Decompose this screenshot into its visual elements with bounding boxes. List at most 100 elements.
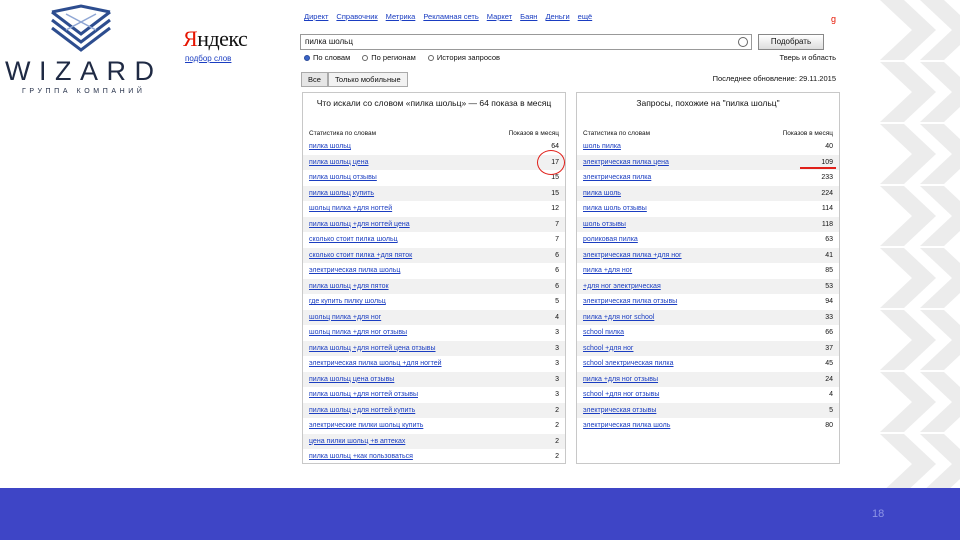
table-row: электрическая пилка отзывы 94 [583, 294, 833, 310]
phrase-link[interactable]: пилка шольц +для ногтей отзывы [309, 391, 418, 398]
phrase-link[interactable]: сколько стоит пилка шольц [309, 236, 398, 243]
last-updated: Последнее обновление: 29.11.2015 [712, 74, 836, 83]
impressions-count: 3 [555, 375, 559, 383]
phrase-link[interactable]: пилка шольц +как пользоваться [309, 453, 413, 460]
yandex-logo-first-letter: Я [183, 26, 198, 51]
phrase-link[interactable]: цена пилки шольц +в аптеках [309, 438, 405, 445]
impressions-count: 6 [555, 282, 559, 290]
nav-item[interactable]: Маркет [487, 12, 512, 21]
phrase-link[interactable]: шоль пилка [583, 143, 621, 150]
phrase-link[interactable]: шольц пилка +для ног [309, 314, 381, 321]
search-button[interactable]: Подобрать [758, 34, 824, 50]
impressions-count: 2 [555, 437, 559, 445]
table-row: пилка шольц отзывы 15 [309, 170, 559, 186]
phrase-link[interactable]: электрическая пилка шоль [583, 422, 670, 429]
yandex-service-link[interactable]: подбор слов [185, 54, 231, 63]
impressions-count: 109 [821, 158, 833, 166]
tab-all[interactable]: Все [301, 72, 328, 87]
phrase-link[interactable]: пилка шольц +для ногтей цена отзывы [309, 345, 436, 352]
phrase-link[interactable]: шоль отзывы [583, 221, 626, 228]
phrase-link[interactable]: шольц пилка +для ног отзывы [309, 329, 407, 336]
phrase-link[interactable]: роликовая пилка [583, 236, 638, 243]
phrase-link[interactable]: пилка шольц купить [309, 190, 374, 197]
phrase-link[interactable]: пилка +для ног school [583, 314, 654, 321]
clear-icon[interactable] [738, 37, 748, 47]
impressions-count: 33 [825, 313, 833, 321]
impressions-count: 4 [555, 313, 559, 321]
phrase-link[interactable]: +для ног электрическая [583, 283, 661, 290]
phrase-link[interactable]: school +для ног отзывы [583, 391, 659, 398]
search-mode: По словам По регионам История запросов [304, 53, 500, 62]
table-row: school +для ног отзывы 4 [583, 387, 833, 403]
region-label[interactable]: Тверь и область [779, 53, 836, 62]
phrase-link[interactable]: электрическая пилка цена [583, 159, 669, 166]
phrase-link[interactable]: электрическая пилка отзывы [583, 298, 677, 305]
radio-by-words[interactable]: По словам [304, 53, 350, 62]
tab-mobile[interactable]: Только мобильные [327, 72, 408, 87]
phrase-link[interactable]: пилка шольц отзывы [309, 174, 377, 181]
table-row: пилка шоль отзывы 114 [583, 201, 833, 217]
table-row: school пилка 66 [583, 325, 833, 341]
phrase-link[interactable]: пилка шольц [309, 143, 351, 150]
phrase-link[interactable]: пилка шольц +для ногтей купить [309, 407, 415, 414]
impressions-count: 7 [555, 236, 559, 244]
table-row: пилка шольц +как пользоваться 2 [309, 449, 559, 464]
table-row: где купить пилку шольц 5 [309, 294, 559, 310]
phrase-link[interactable]: электрические пилки шольц купить [309, 422, 423, 429]
phrase-link[interactable]: school +для ног [583, 345, 633, 352]
phrase-link[interactable]: электрическая пилка шольц +для ногтей [309, 360, 442, 367]
wizard-emblem-icon [51, 4, 111, 52]
nav-item[interactable]: Рекламная сеть [423, 12, 478, 21]
phrase-link[interactable]: пилка +для ног отзывы [583, 376, 658, 383]
impressions-count: 3 [555, 360, 559, 368]
impressions-count: 3 [555, 329, 559, 337]
left-column-headers: Статистика по словам Показов в месяц [303, 128, 565, 139]
brand-name: WIZARD [5, 56, 163, 86]
impressions-count: 15 [551, 189, 559, 197]
nav-more[interactable]: ещё [578, 12, 593, 21]
column-count: Показов в месяц [508, 130, 559, 137]
impressions-count: 85 [825, 267, 833, 275]
impressions-count: 7 [555, 220, 559, 228]
nav-item[interactable]: Баян [520, 12, 537, 21]
table-row: пилка шольц +для ногтей цена отзывы 3 [303, 340, 565, 356]
nav-item[interactable]: Деньги [545, 12, 569, 21]
phrase-link[interactable]: где купить пилку шольц [309, 298, 386, 305]
impressions-count: 24 [825, 375, 833, 383]
phrase-link[interactable]: school пилка [583, 329, 624, 336]
radio-by-regions[interactable]: По регионам [362, 53, 416, 62]
impressions-count: 2 [555, 453, 559, 461]
phrase-link[interactable]: пилка шольц цена [309, 159, 368, 166]
search-value: пилка шольц [305, 37, 353, 46]
phrase-link[interactable]: school электрическая пилка [583, 360, 674, 367]
impressions-count: 6 [555, 251, 559, 259]
table-row: пилка шольц +для ногтей цена 7 [303, 216, 565, 232]
phrase-link[interactable]: шольц пилка +для ногтей [309, 205, 392, 212]
yandex-logo-rest: ндекс [197, 26, 248, 51]
phrase-link[interactable]: сколько стоит пилка +для пяток [309, 252, 412, 259]
phrase-link[interactable]: электрическая отзывы [583, 407, 656, 414]
nav-item[interactable]: Справочник [336, 12, 377, 21]
phrase-link[interactable]: пилка шольц +для пяток [309, 283, 389, 290]
phrase-link[interactable]: пилка шоль [583, 190, 621, 197]
phrase-link[interactable]: пилка шольц цена отзывы [309, 376, 394, 383]
radio-history[interactable]: История запросов [427, 53, 500, 62]
impressions-count: 80 [825, 422, 833, 430]
table-row: шольц пилка +для ног 4 [303, 309, 565, 325]
device-tabs: Все Только мобильные [301, 72, 408, 87]
right-results-panel: Запросы, похожие на "пилка шольц" Статис… [576, 92, 840, 464]
annotation-underline [800, 167, 836, 169]
phrase-link[interactable]: электрическая пилка шольц [309, 267, 400, 274]
phrase-link[interactable]: электрическая пилка [583, 174, 651, 181]
search-input[interactable]: пилка шольц [300, 34, 752, 50]
phrase-link[interactable]: электрическая пилка +для ног [583, 252, 682, 259]
table-row: электрическая пилка шоль 80 [583, 418, 833, 434]
phrase-link[interactable]: пилка шоль отзывы [583, 205, 647, 212]
right-panel-title: Запросы, похожие на "пилка шольц" [636, 98, 780, 108]
nav-item[interactable]: Директ [304, 12, 328, 21]
table-row: электрические пилки шольц купить 2 [309, 418, 559, 434]
table-row: пилка шольц купить 15 [303, 185, 565, 201]
phrase-link[interactable]: пилка шольц +для ногтей цена [309, 221, 410, 228]
phrase-link[interactable]: пилка +для ног [583, 267, 632, 274]
nav-item[interactable]: Метрика [386, 12, 416, 21]
